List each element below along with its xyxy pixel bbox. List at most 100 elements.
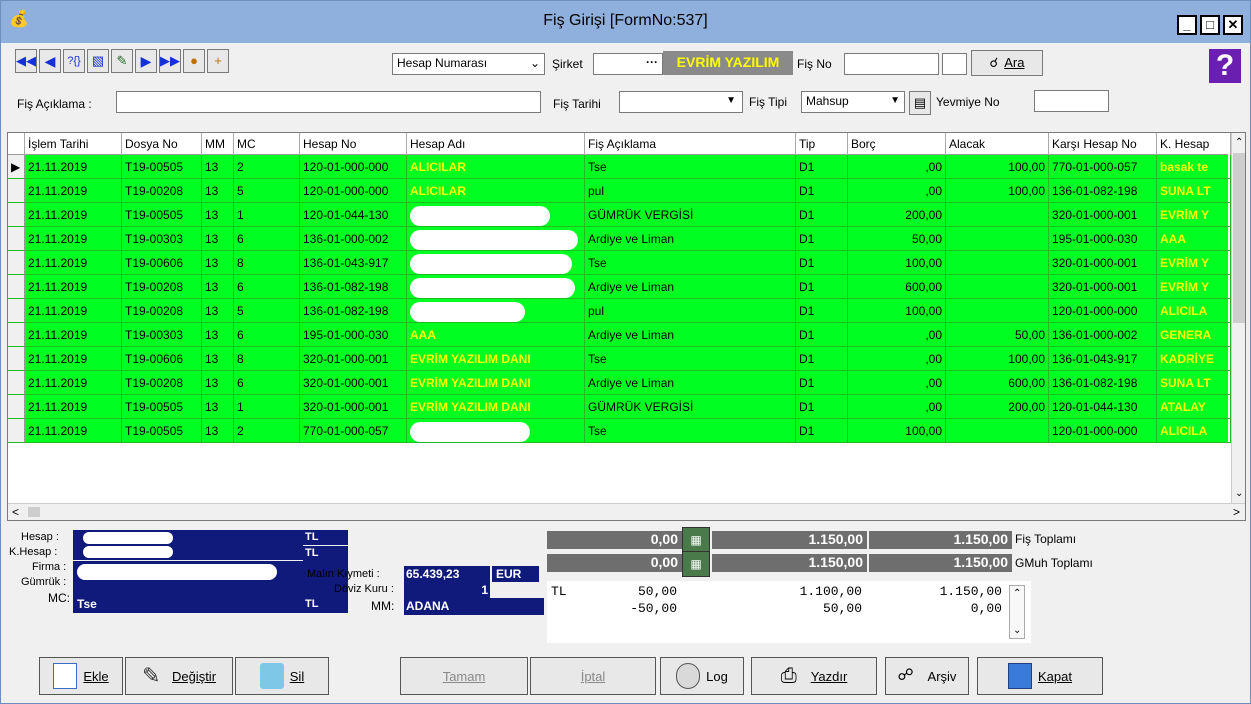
cell-hesap[interactable]: 320-01-000-001 <box>300 347 407 371</box>
table-row[interactable]: 21.11.2019 T19-00505 13 2 770-01-000-057 Tse D… <box>8 419 1231 443</box>
cell-aciklama[interactable]: Ardiye ve Liman <box>585 275 796 299</box>
calculator-icon[interactable]: ▦ <box>682 551 710 577</box>
sirket-input[interactable]: ··· <box>593 53 663 75</box>
cell-adi[interactable] <box>407 299 585 323</box>
cell-khesap[interactable]: ATALAY <box>1157 395 1231 419</box>
row-indicator[interactable] <box>8 395 25 419</box>
column-header[interactable]: İşlem Tarihi <box>25 133 122 155</box>
cell-alacak[interactable]: 100,00 <box>946 347 1049 371</box>
table-row[interactable]: 21.11.2019 T19-00606 13 8 136-01-043-917 Tse D… <box>8 251 1231 275</box>
calculator-icon[interactable]: ▦ <box>682 527 710 553</box>
cell-karsi[interactable]: 136-01-082-198 <box>1049 179 1157 203</box>
row-indicator[interactable] <box>8 323 25 347</box>
scroll-up-icon[interactable]: ⌃ <box>1013 588 1021 599</box>
cell-aciklama[interactable]: Tse <box>585 419 796 443</box>
column-header[interactable]: Tip <box>796 133 848 155</box>
cell-borc[interactable]: 100,00 <box>848 251 946 275</box>
row-indicator[interactable] <box>8 419 25 443</box>
help-icon[interactable]: ? <box>1209 49 1241 83</box>
cell-mc[interactable]: 6 <box>234 323 300 347</box>
row-indicator[interactable] <box>8 371 25 395</box>
cell-khesap[interactable]: SUNA LT <box>1157 371 1231 395</box>
table-row[interactable]: 21.11.2019 T19-00208 13 5 120-01-000-000 ALIC… <box>8 179 1231 203</box>
cell-mc[interactable]: 6 <box>234 275 300 299</box>
cell-adi[interactable]: ALICILAR <box>407 155 585 179</box>
cell-alacak[interactable] <box>946 419 1049 443</box>
cell-hesap[interactable]: 136-01-043-917 <box>300 251 407 275</box>
cell-khesap[interactable]: basak te <box>1157 155 1231 179</box>
column-header[interactable]: Hesap No <box>300 133 407 155</box>
table-row[interactable]: 21.11.2019 T19-00303 13 6 195-01-000-030 AAA A… <box>8 323 1231 347</box>
fis-tarihi-input[interactable]: ▼ <box>619 91 743 113</box>
cell-tarih[interactable]: 21.11.2019 <box>25 395 122 419</box>
log-button[interactable]: Log <box>660 657 744 695</box>
cell-alacak[interactable]: 50,00 <box>946 323 1049 347</box>
row-indicator[interactable] <box>8 203 25 227</box>
summary-scrollbar[interactable]: ⌃ ⌄ <box>1009 585 1025 639</box>
cell-dosya[interactable]: T19-00208 <box>122 275 202 299</box>
cell-aciklama[interactable]: pul <box>585 179 796 203</box>
cell-karsi[interactable]: 136-01-082-198 <box>1049 371 1157 395</box>
cell-karsi[interactable]: 195-01-000-030 <box>1049 227 1157 251</box>
cell-alacak[interactable]: 200,00 <box>946 395 1049 419</box>
cell-adi[interactable] <box>407 203 585 227</box>
column-header[interactable]: Dosya No <box>122 133 202 155</box>
cell-tip[interactable]: D1 <box>796 371 848 395</box>
fisno-suffix-input[interactable] <box>942 53 967 75</box>
next-record-icon[interactable]: ▶ <box>135 49 157 73</box>
cell-tip[interactable]: D1 <box>796 347 848 371</box>
cell-alacak[interactable]: 100,00 <box>946 155 1049 179</box>
cell-hesap[interactable]: 195-01-000-030 <box>300 323 407 347</box>
cell-mc[interactable]: 6 <box>234 371 300 395</box>
last-record-icon[interactable]: ▶▶ <box>159 49 181 73</box>
column-header[interactable]: K. Hesap <box>1157 133 1231 155</box>
cell-mm[interactable]: 13 <box>202 347 234 371</box>
yevmiye-input[interactable] <box>1034 90 1109 112</box>
cell-adi[interactable]: EVRİM YAZILIM DANI <box>407 371 585 395</box>
cell-karsi[interactable]: 320-01-000-001 <box>1049 203 1157 227</box>
fis-aciklama-input[interactable] <box>116 91 541 113</box>
column-header[interactable]: Karşı Hesap No <box>1049 133 1157 155</box>
scroll-up-icon[interactable]: ⌃ <box>1235 137 1243 148</box>
cell-tip[interactable]: D1 <box>796 299 848 323</box>
cell-tarih[interactable]: 21.11.2019 <box>25 251 122 275</box>
cell-adi[interactable]: AAA <box>407 323 585 347</box>
cell-aciklama[interactable]: Ardiye ve Liman <box>585 323 796 347</box>
row-indicator[interactable] <box>8 347 25 371</box>
cell-karsi[interactable]: 120-01-044-130 <box>1049 395 1157 419</box>
vertical-scrollbar[interactable]: ⌃ ⌄ <box>1231 133 1245 503</box>
row-indicator[interactable] <box>8 227 25 251</box>
cell-dosya[interactable]: T19-00505 <box>122 203 202 227</box>
cell-mm[interactable]: 13 <box>202 227 234 251</box>
cell-adi[interactable]: EVRİM YAZILIM DANI <box>407 395 585 419</box>
cell-aciklama[interactable]: pul <box>585 299 796 323</box>
arsiv-button[interactable]: ☍ Arşiv <box>885 657 969 695</box>
user-icon[interactable]: ● <box>183 49 205 73</box>
cell-hesap[interactable]: 136-01-082-198 <box>300 275 407 299</box>
cell-aciklama[interactable]: Ardiye ve Liman <box>585 227 796 251</box>
tamam-button[interactable]: Tamam <box>400 657 528 695</box>
cell-khesap[interactable]: GENERA <box>1157 323 1231 347</box>
cell-mm[interactable]: 13 <box>202 323 234 347</box>
cell-dosya[interactable]: T19-00208 <box>122 371 202 395</box>
cell-borc[interactable]: ,00 <box>848 179 946 203</box>
cell-tarih[interactable]: 21.11.2019 <box>25 203 122 227</box>
cell-adi[interactable]: ALICILAR <box>407 179 585 203</box>
close-button[interactable]: ✕ <box>1223 15 1243 35</box>
cell-borc[interactable]: ,00 <box>848 347 946 371</box>
scroll-thumb[interactable] <box>1233 153 1245 323</box>
cell-tarih[interactable]: 21.11.2019 <box>25 347 122 371</box>
dropdown-arrow-icon[interactable]: ▼ <box>726 95 736 106</box>
cell-dosya[interactable]: T19-00303 <box>122 227 202 251</box>
cell-tarih[interactable]: 21.11.2019 <box>25 275 122 299</box>
cell-borc[interactable]: 200,00 <box>848 203 946 227</box>
cell-aciklama[interactable]: GÜMRÜK VERGİSİ <box>585 203 796 227</box>
cell-adi[interactable] <box>407 251 585 275</box>
cell-tip[interactable]: D1 <box>796 419 848 443</box>
cell-tip[interactable]: D1 <box>796 203 848 227</box>
table-row[interactable]: ▶ 21.11.2019 T19-00505 13 2 120-01-000-000 ALI… <box>8 155 1231 179</box>
table-row[interactable]: 21.11.2019 T19-00303 13 6 136-01-000-002 Ardi… <box>8 227 1231 251</box>
cell-mc[interactable]: 8 <box>234 251 300 275</box>
cell-alacak[interactable] <box>946 299 1049 323</box>
cell-khesap[interactable]: ALICILA <box>1157 299 1231 323</box>
